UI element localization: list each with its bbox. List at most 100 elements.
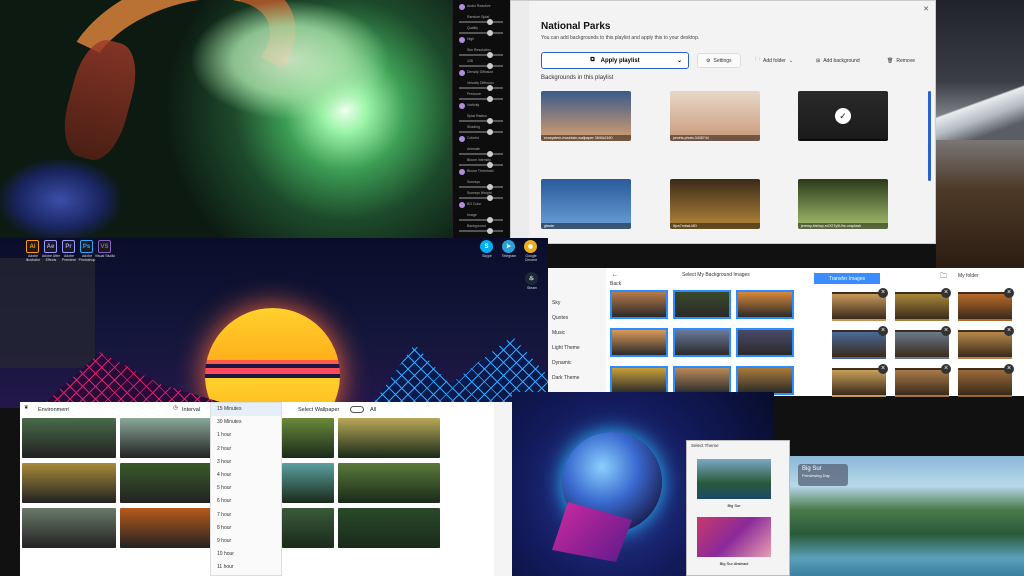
setting-control[interactable]: [459, 228, 503, 234]
scrollbar[interactable]: [928, 91, 931, 181]
back-arrow-icon[interactable]: ←: [612, 272, 618, 278]
background-thumb[interactable]: [610, 328, 668, 357]
setting-control[interactable]: [459, 151, 503, 157]
wallpaper-thumb[interactable]: [282, 463, 334, 503]
background-thumb[interactable]: [736, 290, 794, 319]
all-toggle[interactable]: [350, 406, 364, 413]
wallpaper-thumb[interactable]: [22, 418, 116, 458]
category-item[interactable]: Quotes: [552, 315, 568, 321]
close-icon[interactable]: ✕: [923, 5, 929, 13]
background-thumb[interactable]: [736, 328, 794, 357]
remove-icon[interactable]: ×: [878, 364, 888, 374]
app-icon[interactable]: ➤: [502, 240, 515, 253]
category-item[interactable]: Light Theme: [552, 345, 580, 351]
playlist-thumb[interactable]: 8jon7mbwLMD: [670, 179, 760, 229]
folder-thumb[interactable]: [958, 330, 1012, 359]
setting-control[interactable]: [459, 19, 503, 25]
remove-button[interactable]: 🗑 Remove: [887, 53, 915, 68]
interval-option[interactable]: 8 hour: [211, 522, 281, 535]
interval-option[interactable]: 10 hour: [211, 548, 281, 561]
setting-control[interactable]: [459, 184, 503, 190]
playlist-thumb[interactable]: ✓: [798, 91, 888, 141]
interval-option[interactable]: 11 hour: [211, 561, 281, 574]
background-thumb[interactable]: [610, 290, 668, 319]
app-icon[interactable]: Ai: [26, 240, 39, 253]
folder-thumb[interactable]: [958, 368, 1012, 397]
background-thumb[interactable]: [673, 290, 731, 319]
setting-control[interactable]: [459, 103, 465, 109]
setting-control[interactable]: [459, 96, 503, 102]
background-thumb[interactable]: [673, 366, 731, 395]
remove-icon[interactable]: ×: [941, 288, 951, 298]
apply-playlist-button[interactable]: ⧉ Apply playlist ⌄: [541, 52, 689, 69]
setting-control[interactable]: [459, 30, 503, 36]
background-thumb[interactable]: [610, 366, 668, 395]
setting-control[interactable]: [459, 52, 503, 58]
wallpaper-thumb[interactable]: [338, 508, 440, 548]
folder-thumb[interactable]: [832, 368, 886, 397]
interval-option[interactable]: 2 hour: [211, 443, 281, 456]
remove-icon[interactable]: ×: [878, 326, 888, 336]
remove-icon[interactable]: ×: [941, 364, 951, 374]
remove-icon[interactable]: ×: [1004, 326, 1014, 336]
folder-thumb[interactable]: [832, 330, 886, 359]
folder-thumb[interactable]: [895, 292, 949, 321]
background-thumb[interactable]: [673, 328, 731, 357]
setting-control[interactable]: [459, 217, 503, 223]
folder-thumb[interactable]: [832, 292, 886, 321]
wallpaper-thumb[interactable]: [338, 418, 440, 458]
playlist-thumb[interactable]: ecosystem-mountain-wallpaper 3840x2160: [541, 91, 631, 141]
wallpaper-thumb[interactable]: [120, 463, 214, 503]
theme-thumb-bigsur-abstract[interactable]: [697, 517, 771, 557]
setting-control[interactable]: [459, 63, 503, 69]
app-icon[interactable]: VS: [98, 240, 111, 253]
theme-thumb-bigsur[interactable]: [697, 459, 771, 499]
wallpaper-thumb[interactable]: [22, 463, 116, 503]
interval-option[interactable]: 6 hour: [211, 495, 281, 508]
interval-option[interactable]: 1 hour: [211, 429, 281, 442]
app-icon[interactable]: ♨: [525, 272, 538, 285]
setting-control[interactable]: [459, 4, 465, 10]
remove-icon[interactable]: ×: [878, 288, 888, 298]
app-icon[interactable]: Pr: [62, 240, 75, 253]
add-background-button[interactable]: ⊞ Add background: [816, 53, 860, 68]
setting-control[interactable]: [459, 129, 503, 135]
setting-control[interactable]: [459, 195, 503, 201]
app-icon[interactable]: Ps: [80, 240, 93, 253]
app-icon[interactable]: Ae: [44, 240, 57, 253]
category-item[interactable]: Dynamic: [552, 360, 571, 366]
app-icon[interactable]: S: [480, 240, 493, 253]
wallpaper-thumb[interactable]: [22, 508, 116, 548]
setting-control[interactable]: [459, 70, 465, 76]
interval-option[interactable]: 5 hour: [211, 482, 281, 495]
folder-thumb[interactable]: [895, 368, 949, 397]
wallpaper-thumb[interactable]: [120, 508, 214, 548]
folder-thumb[interactable]: [895, 330, 949, 359]
remove-icon[interactable]: ×: [1004, 288, 1014, 298]
setting-control[interactable]: [459, 118, 503, 124]
playlist-thumb[interactable]: jeremy-bishop-mOGTy9Uhs-unsplash: [798, 179, 888, 229]
wallpaper-thumb[interactable]: [282, 508, 334, 548]
setting-control[interactable]: [459, 136, 465, 142]
setting-control[interactable]: [459, 37, 465, 43]
remove-icon[interactable]: ×: [941, 326, 951, 336]
interval-option[interactable]: 3 hour: [211, 456, 281, 469]
wallpaper-thumb[interactable]: [120, 418, 214, 458]
interval-option[interactable]: 9 hour: [211, 535, 281, 548]
interval-option[interactable]: 4 hour: [211, 469, 281, 482]
category-item[interactable]: Dark Theme: [552, 375, 579, 381]
interval-option[interactable]: 15 Minutes: [211, 403, 281, 417]
setting-control[interactable]: [459, 169, 465, 175]
background-thumb[interactable]: [736, 366, 794, 395]
wallpaper-thumb[interactable]: [282, 418, 334, 458]
playlist-thumb[interactable]: glacier: [541, 179, 631, 229]
transfer-images-button[interactable]: Transfer Images: [814, 273, 880, 284]
app-icon[interactable]: ◉: [524, 240, 537, 253]
setting-control[interactable]: [459, 162, 503, 168]
category-item[interactable]: Sky: [552, 300, 560, 306]
interval-option[interactable]: 30 Minutes: [211, 416, 281, 429]
playlist-thumb[interactable]: pexels-photo-3408744: [670, 91, 760, 141]
interval-option[interactable]: 7 hour: [211, 509, 281, 522]
add-folder-button[interactable]: 🗀 Add folder ⌄: [755, 53, 793, 68]
setting-control[interactable]: [459, 202, 465, 208]
